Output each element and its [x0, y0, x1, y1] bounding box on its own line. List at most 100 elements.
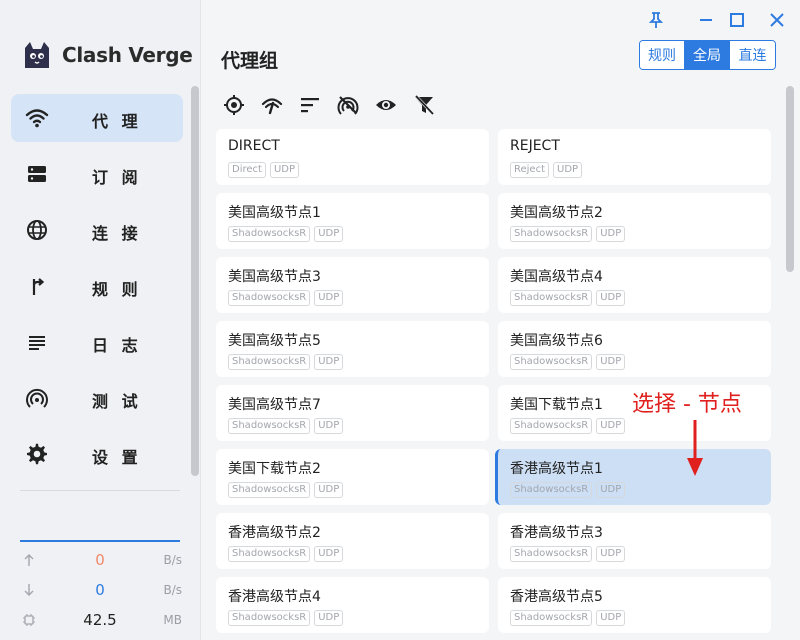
proxy-type-tag: ShadowsocksR — [510, 482, 593, 498]
sidebar-item-test[interactable]: 测 试 — [11, 374, 183, 422]
sidebar-item-connections[interactable]: 连 接 — [11, 206, 183, 254]
upload-speed: 0 B/s — [20, 551, 182, 571]
proxy-udp-tag: UDP — [596, 354, 626, 370]
proxy-udp-tag: UDP — [596, 418, 626, 434]
annotation-arrow-icon — [687, 420, 703, 476]
proxy-name: 美国高级节点5 — [228, 333, 321, 349]
proxy-name: 美国高级节点4 — [510, 269, 603, 285]
proxy-card[interactable]: 香港高级节点5 ShadowsocksR UDP — [498, 577, 771, 633]
gear-icon — [27, 443, 47, 465]
proxy-udp-tag: UDP — [596, 546, 626, 562]
proxy-name: DIRECT — [228, 138, 280, 154]
memory-usage: 42.5 MB — [20, 611, 182, 631]
proxy-card[interactable]: 美国高级节点5 ShadowsocksR UDP — [216, 321, 489, 377]
proxy-card[interactable]: 香港高级节点4 ShadowsocksR UDP — [216, 577, 489, 633]
proxy-card[interactable]: 香港高级节点3 ShadowsocksR UDP — [498, 513, 771, 569]
memory-value: 42.5 — [83, 611, 117, 629]
proxy-udp-tag: UDP — [314, 418, 344, 434]
maximize-icon[interactable] — [727, 10, 747, 30]
proxy-type-tag: ShadowsocksR — [228, 226, 311, 242]
proxy-udp-tag: UDP — [596, 482, 626, 498]
signal-icon — [26, 388, 48, 408]
memory-icon — [23, 614, 35, 626]
sidebar-divider — [20, 490, 180, 491]
upload-value: 0 — [95, 551, 105, 569]
minimize-icon[interactable] — [696, 10, 716, 30]
proxy-card[interactable]: DIRECT Direct UDP — [216, 129, 489, 185]
proxy-card[interactable]: 美国高级节点2 ShadowsocksR UDP — [498, 193, 771, 249]
proxy-type-tag: ShadowsocksR — [228, 418, 311, 434]
sidebar-item-label: 代 理 — [92, 112, 142, 131]
sidebar-nav: 代 理 订 阅 连 接 规 则 日 志 测 试 设 置 — [11, 94, 183, 486]
proxy-udp-tag: UDP — [596, 226, 626, 242]
arrow-up-icon — [24, 554, 34, 566]
proxy-udp-tag: UDP — [314, 226, 344, 242]
sidebar: Clash Verge 代 理 订 阅 连 接 规 则 日 志 测 试 设 置 … — [0, 0, 201, 640]
proxy-name: 香港高级节点5 — [510, 589, 603, 605]
proxy-card[interactable]: 美国下载节点2 ShadowsocksR UDP — [216, 449, 489, 505]
proxy-udp-tag: UDP — [314, 482, 344, 498]
sort-icon[interactable] — [299, 94, 321, 116]
annotation-label: 选择 - 节点 — [632, 392, 742, 417]
sidebar-item-label: 设 置 — [92, 448, 142, 467]
sidebar-item-label: 订 阅 — [92, 168, 142, 187]
fork-icon — [32, 278, 45, 295]
mode-direct-button[interactable]: 直连 — [730, 41, 775, 69]
proxy-list-scrollbar[interactable] — [786, 86, 794, 272]
page-title: 代理组 — [221, 50, 279, 72]
proxy-udp-tag: UDP — [269, 162, 300, 178]
proxy-udp-tag: UDP — [553, 162, 583, 178]
proxy-name: REJECT — [510, 138, 560, 154]
proxy-card[interactable]: REJECT Reject UDP — [498, 129, 771, 185]
proxy-udp-tag: UDP — [596, 610, 626, 626]
proxy-name: 香港高级节点3 — [510, 525, 603, 541]
pin-icon[interactable] — [646, 10, 666, 30]
sidebar-scrollbar[interactable] — [191, 86, 199, 476]
proxy-name: 香港高级节点1 — [510, 461, 603, 477]
proxy-name: 美国高级节点3 — [228, 269, 321, 285]
app-logo: Clash Verge — [22, 40, 193, 70]
proxy-card[interactable]: 美国高级节点4 ShadowsocksR UDP — [498, 257, 771, 313]
download-unit: B/s — [163, 583, 182, 597]
proxy-type-tag: ShadowsocksR — [510, 610, 593, 626]
proxy-card[interactable]: 美国高级节点3 ShadowsocksR UDP — [216, 257, 489, 313]
proxy-udp-tag: UDP — [314, 610, 344, 626]
arrow-down-icon — [24, 584, 34, 596]
proxy-type-tag: ShadowsocksR — [228, 290, 311, 306]
server-icon — [28, 166, 46, 182]
sidebar-item-settings[interactable]: 设 置 — [11, 430, 183, 478]
locate-icon[interactable] — [223, 94, 245, 116]
proxy-card-selected[interactable]: 香港高级节点1 ShadowsocksR UDP — [495, 449, 771, 505]
proxy-type-tag: ShadowsocksR — [510, 546, 593, 562]
proxy-type-tag: Reject — [510, 162, 550, 178]
proxy-type-tag: ShadowsocksR — [228, 482, 311, 498]
mode-global-button[interactable]: 全局 — [685, 41, 730, 69]
sidebar-item-rules[interactable]: 规 则 — [11, 262, 183, 310]
download-speed: 0 B/s — [20, 581, 182, 601]
eye-icon[interactable] — [375, 94, 397, 116]
filter-off-icon[interactable] — [413, 94, 435, 116]
sidebar-item-label: 测 试 — [92, 392, 142, 411]
sidebar-item-logs[interactable]: 日 志 — [11, 318, 183, 366]
signal-off-icon[interactable] — [337, 94, 359, 116]
sidebar-item-profiles[interactable]: 订 阅 — [11, 150, 183, 198]
proxy-udp-tag: UDP — [314, 354, 344, 370]
proxy-card[interactable]: 香港高级节点2 ShadowsocksR UDP — [216, 513, 489, 569]
proxy-name: 美国下载节点2 — [228, 461, 321, 477]
speed-test-icon[interactable] — [261, 94, 283, 116]
close-icon[interactable] — [767, 10, 787, 30]
proxy-card[interactable]: 美国高级节点1 ShadowsocksR UDP — [216, 193, 489, 249]
upload-unit: B/s — [163, 553, 182, 567]
proxy-card[interactable]: 美国高级节点6 ShadowsocksR UDP — [498, 321, 771, 377]
lines-icon — [29, 336, 45, 350]
proxy-udp-tag: UDP — [596, 290, 626, 306]
sidebar-item-proxy[interactable]: 代 理 — [11, 94, 183, 142]
proxy-type-tag: ShadowsocksR — [228, 610, 311, 626]
proxy-udp-tag: UDP — [314, 546, 344, 562]
sidebar-item-label: 连 接 — [92, 224, 142, 243]
proxy-name: 美国高级节点6 — [510, 333, 603, 349]
mode-rule-button[interactable]: 规则 — [640, 41, 685, 69]
proxy-type-tag: ShadowsocksR — [510, 226, 593, 242]
globe-icon — [27, 220, 47, 240]
proxy-card[interactable]: 美国高级节点7 ShadowsocksR UDP — [216, 385, 489, 441]
